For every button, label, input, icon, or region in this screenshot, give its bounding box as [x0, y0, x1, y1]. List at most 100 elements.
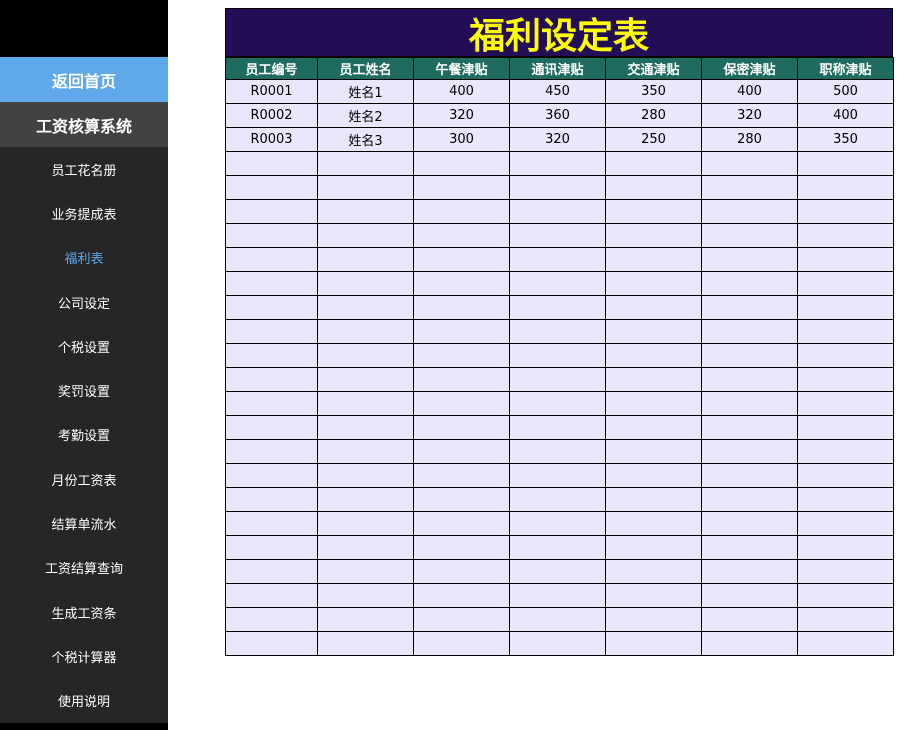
table-cell[interactable]: [797, 391, 894, 416]
table-cell[interactable]: [509, 223, 606, 248]
table-cell[interactable]: 500: [797, 79, 894, 104]
sidebar-item[interactable]: 使用说明: [0, 679, 168, 723]
table-cell[interactable]: [413, 559, 510, 584]
table-cell[interactable]: [701, 487, 798, 512]
table-cell[interactable]: [317, 583, 414, 608]
home-button[interactable]: 返回首页: [0, 57, 168, 102]
table-cell[interactable]: [605, 319, 702, 344]
table-cell[interactable]: [413, 583, 510, 608]
table-cell[interactable]: [701, 343, 798, 368]
table-cell[interactable]: [701, 271, 798, 296]
table-cell[interactable]: [317, 559, 414, 584]
table-cell[interactable]: [317, 607, 414, 632]
table-cell[interactable]: [509, 415, 606, 440]
table-cell[interactable]: [413, 631, 510, 656]
column-header[interactable]: 通讯津贴: [509, 57, 606, 80]
column-header[interactable]: 午餐津贴: [413, 57, 510, 80]
table-cell[interactable]: [797, 295, 894, 320]
table-cell[interactable]: [225, 487, 318, 512]
table-cell[interactable]: [225, 295, 318, 320]
table-cell[interactable]: [225, 271, 318, 296]
sidebar-item[interactable]: 奖罚设置: [0, 368, 168, 412]
column-header[interactable]: 交通津贴: [605, 57, 702, 80]
table-cell[interactable]: [701, 151, 798, 176]
table-cell[interactable]: [797, 631, 894, 656]
table-cell[interactable]: [797, 367, 894, 392]
table-cell[interactable]: [317, 295, 414, 320]
table-cell[interactable]: [225, 319, 318, 344]
table-cell[interactable]: [701, 247, 798, 272]
table-cell[interactable]: [605, 487, 702, 512]
table-cell[interactable]: 250: [605, 127, 702, 152]
table-cell[interactable]: [317, 367, 414, 392]
table-cell[interactable]: [413, 295, 510, 320]
table-cell[interactable]: [797, 319, 894, 344]
table-cell[interactable]: [317, 199, 414, 224]
table-cell[interactable]: [605, 199, 702, 224]
table-cell[interactable]: [797, 223, 894, 248]
sidebar-item[interactable]: 个税设置: [0, 324, 168, 368]
table-cell[interactable]: [797, 511, 894, 536]
column-header[interactable]: 保密津贴: [701, 57, 798, 80]
table-cell[interactable]: [701, 223, 798, 248]
table-cell[interactable]: [225, 415, 318, 440]
table-cell[interactable]: [509, 295, 606, 320]
table-cell[interactable]: [225, 463, 318, 488]
table-cell[interactable]: 姓名3: [317, 127, 414, 152]
table-cell[interactable]: 360: [509, 103, 606, 128]
table-cell[interactable]: 450: [509, 79, 606, 104]
table-cell[interactable]: [797, 271, 894, 296]
table-cell[interactable]: [317, 151, 414, 176]
table-cell[interactable]: [605, 583, 702, 608]
table-cell[interactable]: [509, 271, 606, 296]
table-cell[interactable]: [509, 319, 606, 344]
table-cell[interactable]: [509, 487, 606, 512]
sidebar-item[interactable]: 员工花名册: [0, 147, 168, 191]
table-cell[interactable]: 350: [605, 79, 702, 104]
table-cell[interactable]: [413, 199, 510, 224]
table-cell[interactable]: [225, 439, 318, 464]
table-cell[interactable]: [225, 583, 318, 608]
table-cell[interactable]: [605, 415, 702, 440]
table-cell[interactable]: [605, 463, 702, 488]
column-header[interactable]: 员工姓名: [317, 57, 414, 80]
table-cell[interactable]: 400: [797, 103, 894, 128]
table-cell[interactable]: 姓名2: [317, 103, 414, 128]
table-cell[interactable]: [605, 271, 702, 296]
table-cell[interactable]: [605, 247, 702, 272]
table-cell[interactable]: [605, 151, 702, 176]
table-cell[interactable]: [605, 631, 702, 656]
table-cell[interactable]: [317, 463, 414, 488]
table-cell[interactable]: [317, 271, 414, 296]
table-cell[interactable]: [605, 175, 702, 200]
table-cell[interactable]: 350: [797, 127, 894, 152]
table-cell[interactable]: [413, 607, 510, 632]
table-cell[interactable]: [317, 319, 414, 344]
table-cell[interactable]: [225, 199, 318, 224]
table-cell[interactable]: [605, 607, 702, 632]
table-cell[interactable]: [605, 343, 702, 368]
table-cell[interactable]: [797, 247, 894, 272]
table-cell[interactable]: [413, 223, 510, 248]
table-cell[interactable]: [225, 559, 318, 584]
table-cell[interactable]: [701, 175, 798, 200]
table-cell[interactable]: [413, 511, 510, 536]
table-cell[interactable]: 280: [605, 103, 702, 128]
table-cell[interactable]: 300: [413, 127, 510, 152]
table-cell[interactable]: [797, 463, 894, 488]
table-cell[interactable]: [797, 151, 894, 176]
table-cell[interactable]: [701, 391, 798, 416]
table-cell[interactable]: [225, 343, 318, 368]
table-cell[interactable]: [317, 631, 414, 656]
table-cell[interactable]: [797, 175, 894, 200]
table-cell[interactable]: [701, 559, 798, 584]
table-cell[interactable]: [797, 583, 894, 608]
table-cell[interactable]: [413, 391, 510, 416]
table-cell[interactable]: 320: [701, 103, 798, 128]
table-cell[interactable]: [701, 319, 798, 344]
table-cell[interactable]: [605, 535, 702, 560]
table-cell[interactable]: [605, 559, 702, 584]
table-cell[interactable]: [225, 535, 318, 560]
table-cell[interactable]: [605, 295, 702, 320]
column-header[interactable]: 职称津贴: [797, 57, 894, 80]
